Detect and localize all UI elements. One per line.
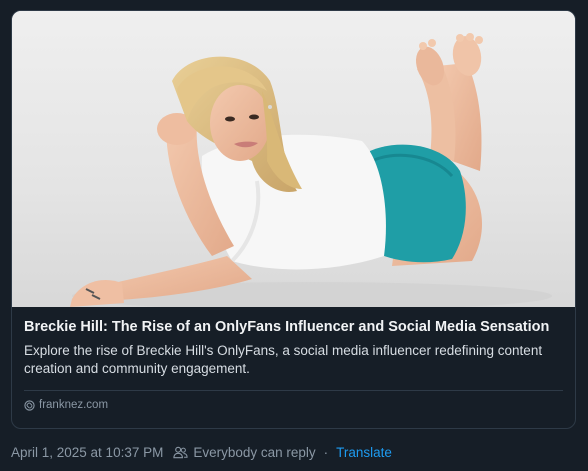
meta-separator: · <box>323 445 329 460</box>
link-preview-description: Explore the rise of Breckie Hill's OnlyF… <box>24 343 543 376</box>
link-preview-card[interactable]: Breckie Hill: The Rise of an OnlyFans In… <box>11 10 576 429</box>
translate-link[interactable]: Translate <box>336 445 392 460</box>
link-preview-domain[interactable]: franknez.com <box>24 391 563 411</box>
post-meta-row: April 1, 2025 at 10:37 PM Everybody can … <box>11 445 392 460</box>
link-preview-title[interactable]: Breckie Hill: The Rise of an OnlyFans In… <box>24 317 563 337</box>
reply-setting[interactable]: Everybody can reply <box>173 445 316 460</box>
link-preview-image[interactable] <box>12 11 575 307</box>
link-preview-domain-text: franknez.com <box>39 399 109 411</box>
reply-setting-label: Everybody can reply <box>193 445 316 460</box>
people-icon <box>173 446 188 459</box>
post-timestamp[interactable]: April 1, 2025 at 10:37 PM <box>11 445 163 460</box>
link-icon <box>24 399 35 411</box>
